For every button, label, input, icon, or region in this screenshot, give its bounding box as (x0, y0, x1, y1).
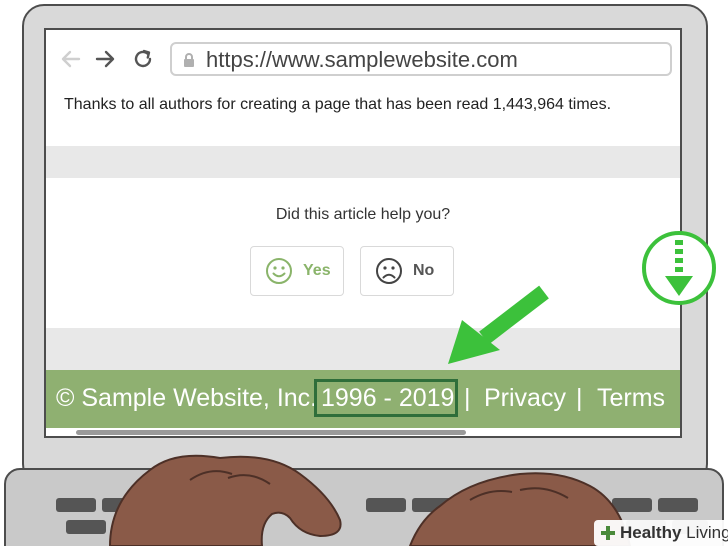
frowning-face-icon (375, 257, 403, 285)
watermark-text: Healthy Living (620, 523, 728, 543)
yes-label: Yes (303, 262, 331, 279)
browser-toolbar: https://www.samplewebsite.com (46, 30, 680, 92)
site-footer: © Sample Website, Inc. 1996 - 2019 | Pri… (46, 370, 680, 428)
horizontal-scrollbar[interactable] (76, 430, 466, 435)
watermark: Healthy Living (594, 520, 728, 546)
terms-link[interactable]: Terms (597, 382, 665, 414)
url-text[interactable]: https://www.samplewebsite.com (206, 46, 518, 74)
yes-button[interactable]: Yes (250, 246, 344, 296)
arrow-left-icon[interactable] (58, 46, 84, 72)
scroll-down-icon (641, 230, 717, 306)
copyright-text: © Sample Website, Inc. (56, 384, 318, 412)
browser-window: https://www.samplewebsite.com Thanks to … (44, 28, 682, 438)
footer-separator: | (576, 384, 583, 412)
privacy-link[interactable]: Privacy (484, 382, 566, 414)
read-count-text: Thanks to all authors for creating a pag… (64, 96, 612, 113)
watermark-brand-bold: Healthy (620, 523, 682, 542)
pointer-arrow-icon (440, 282, 550, 372)
copyright-years: 1996 - 2019 (321, 384, 455, 412)
cross-logo-icon (600, 525, 616, 541)
section-divider (46, 146, 680, 178)
reload-icon[interactable] (130, 46, 156, 72)
lock-icon (182, 52, 196, 73)
illustration-stage: https://www.samplewebsite.com Thanks to … (0, 0, 728, 546)
no-label: No (413, 262, 435, 279)
footer-separator: | (464, 384, 471, 412)
watermark-brand-rest: Living (681, 523, 728, 542)
feedback-question: Did this article help you? (275, 206, 451, 223)
smiley-face-icon (265, 257, 293, 285)
arrow-right-icon[interactable] (92, 46, 118, 72)
section-divider (46, 328, 680, 370)
address-bar[interactable]: https://www.samplewebsite.com (170, 42, 672, 76)
feedback-section: Did this article help you? Yes No (46, 178, 680, 328)
